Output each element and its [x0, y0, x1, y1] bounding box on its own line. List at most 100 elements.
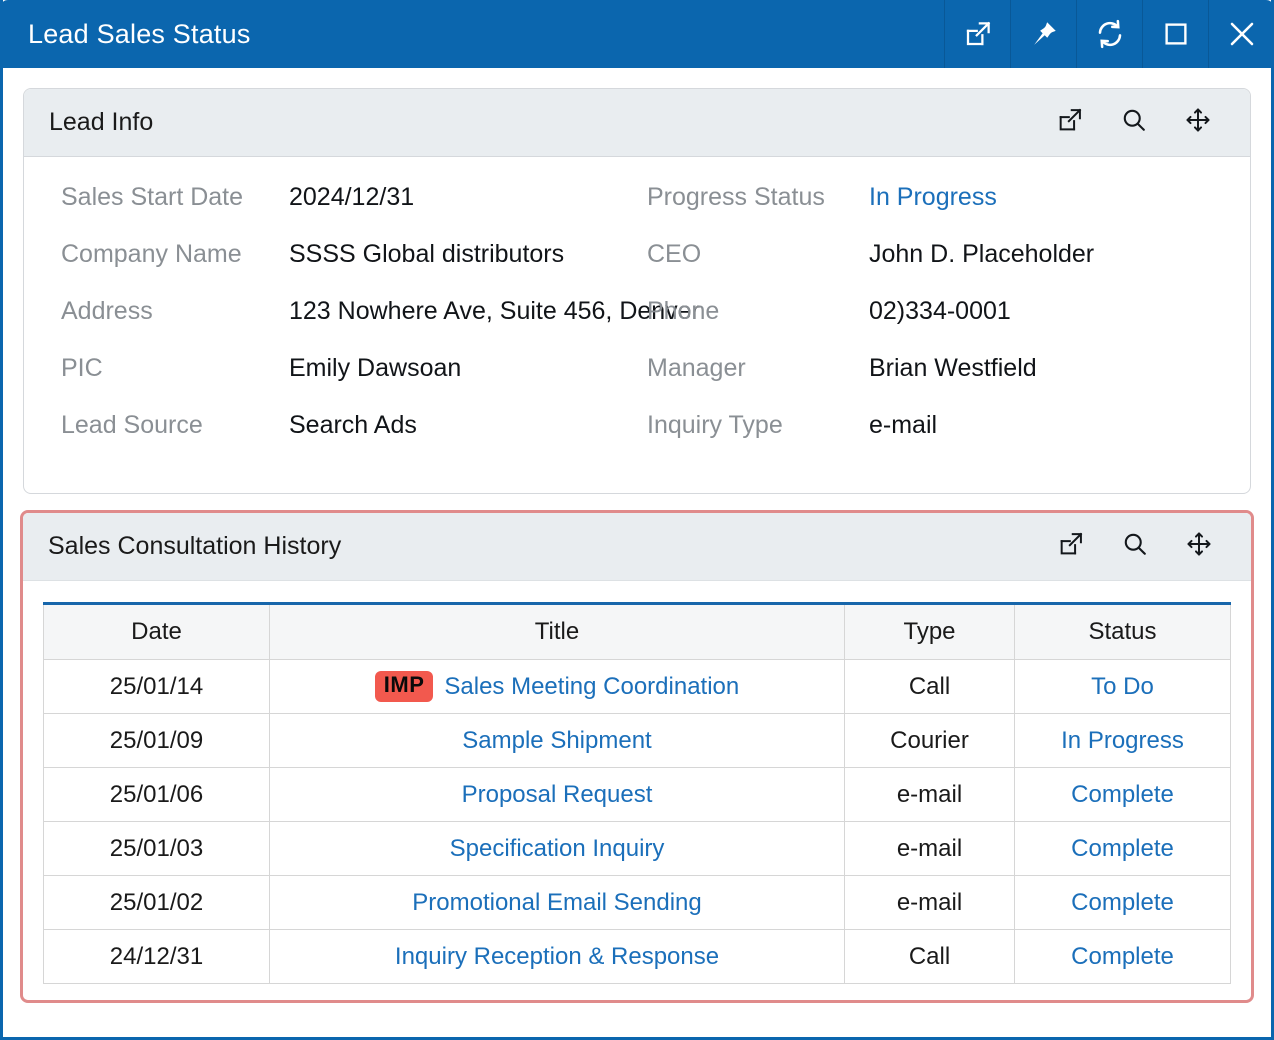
lead-info-move-button[interactable]	[1184, 109, 1212, 137]
lead-info-left-column: Sales Start Date 2024/12/31 Company Name…	[24, 183, 637, 468]
cell-status: Complete	[1015, 768, 1231, 822]
field-value: SSSS Global distributors	[289, 240, 564, 269]
title-link[interactable]: Sales Meeting Coordination	[444, 673, 739, 701]
move-icon	[1185, 530, 1213, 563]
title-link[interactable]: Specification Inquiry	[450, 835, 665, 863]
lead-field-pic: PIC Emily Dawsoan	[61, 354, 637, 411]
lead-info-panel-title: Lead Info	[49, 108, 1056, 137]
field-label: PIC	[61, 354, 289, 383]
column-header-type[interactable]: Type	[845, 604, 1015, 660]
cell-date: 25/01/02	[44, 876, 270, 930]
history-header-row: Date Title Type Status	[44, 604, 1231, 660]
status-link[interactable]: Complete	[1071, 781, 1174, 808]
window-action-group	[944, 0, 1274, 68]
status-link[interactable]: Complete	[1071, 835, 1174, 862]
cell-status: To Do	[1015, 660, 1231, 714]
field-value: Search Ads	[289, 411, 417, 440]
lead-field-inquiry-type: Inquiry Type e-mail	[647, 411, 1250, 468]
status-link[interactable]: Complete	[1071, 943, 1174, 970]
cell-date: 25/01/09	[44, 714, 270, 768]
window-open-external-button[interactable]	[944, 0, 1010, 68]
sales-consultation-history-panel: Sales Consultation History	[23, 513, 1251, 1000]
lead-info-right-column: Progress Status In Progress CEO John D. …	[637, 183, 1250, 468]
cell-type: Call	[845, 660, 1015, 714]
cell-status: In Progress	[1015, 714, 1231, 768]
lead-field-manager: Manager Brian Westfield	[647, 354, 1250, 411]
cell-type: e-mail	[845, 876, 1015, 930]
status-link[interactable]: Complete	[1071, 889, 1174, 916]
status-link[interactable]: To Do	[1091, 673, 1154, 700]
history-move-button[interactable]	[1185, 533, 1213, 561]
lead-info-body: Sales Start Date 2024/12/31 Company Name…	[24, 157, 1250, 468]
lead-field-company-name: Company Name SSSS Global distributors	[61, 240, 637, 297]
field-label: Inquiry Type	[647, 411, 869, 440]
cell-title: Sample Shipment	[270, 714, 845, 768]
lead-info-panel-header: Lead Info	[24, 89, 1250, 157]
important-badge: IMP	[375, 671, 434, 701]
field-label: Manager	[647, 354, 869, 383]
cell-type: e-mail	[845, 768, 1015, 822]
cell-date: 25/01/06	[44, 768, 270, 822]
window-refresh-button[interactable]	[1076, 0, 1142, 68]
maximize-icon	[1161, 19, 1191, 49]
field-value: John D. Placeholder	[869, 240, 1094, 269]
lead-field-sales-start-date: Sales Start Date 2024/12/31	[61, 183, 637, 240]
close-icon	[1226, 18, 1258, 50]
lead-field-lead-source: Lead Source Search Ads	[61, 411, 637, 468]
external-link-icon	[1057, 530, 1085, 563]
table-row: 25/01/09 Sample Shipment Courier In Prog…	[44, 714, 1231, 768]
window-title: Lead Sales Status	[0, 19, 944, 50]
pin-icon	[1029, 19, 1059, 49]
field-value: 02)334-0001	[869, 297, 1011, 326]
cell-date: 25/01/14	[44, 660, 270, 714]
cell-type: e-mail	[845, 822, 1015, 876]
cell-title: Proposal Request	[270, 768, 845, 822]
cell-title: Inquiry Reception & Response	[270, 930, 845, 984]
field-label: CEO	[647, 240, 869, 269]
sales-consultation-history-table: Date Title Type Status 25/01/14 IMP	[43, 602, 1231, 984]
cell-type: Courier	[845, 714, 1015, 768]
window-maximize-button[interactable]	[1142, 0, 1208, 68]
history-search-button[interactable]	[1121, 533, 1149, 561]
history-panel-actions	[1057, 533, 1251, 561]
cell-title: IMP Sales Meeting Coordination	[270, 660, 845, 714]
field-label: Lead Source	[61, 411, 289, 440]
lead-sales-status-window: Lead Sales Status	[0, 0, 1274, 1040]
history-open-external-button[interactable]	[1057, 533, 1085, 561]
lead-field-ceo: CEO John D. Placeholder	[647, 240, 1250, 297]
cell-status: Complete	[1015, 930, 1231, 984]
field-label: Company Name	[61, 240, 289, 269]
status-link[interactable]: In Progress	[1061, 727, 1184, 754]
column-header-status[interactable]: Status	[1015, 604, 1231, 660]
history-panel-title: Sales Consultation History	[48, 532, 1057, 561]
cell-date: 24/12/31	[44, 930, 270, 984]
field-label: Progress Status	[647, 183, 869, 212]
window-pin-button[interactable]	[1010, 0, 1076, 68]
title-link[interactable]: Promotional Email Sending	[412, 889, 702, 917]
field-value: 2024/12/31	[289, 183, 414, 212]
table-row: 25/01/02 Promotional Email Sending e-mai…	[44, 876, 1231, 930]
table-row: 25/01/06 Proposal Request e-mail Complet…	[44, 768, 1231, 822]
lead-info-search-button[interactable]	[1120, 109, 1148, 137]
lead-field-progress-status: Progress Status In Progress	[647, 183, 1250, 240]
history-table-head: Date Title Type Status	[44, 604, 1231, 660]
field-label: Sales Start Date	[61, 183, 289, 212]
column-header-date[interactable]: Date	[44, 604, 270, 660]
cell-status: Complete	[1015, 876, 1231, 930]
window-titlebar: Lead Sales Status	[0, 0, 1274, 68]
table-row: 25/01/14 IMP Sales Meeting Coordination …	[44, 660, 1231, 714]
column-header-title[interactable]: Title	[270, 604, 845, 660]
lead-field-phone: Phone 02)334-0001	[647, 297, 1250, 354]
title-link[interactable]: Proposal Request	[462, 781, 653, 809]
field-label: Address	[61, 297, 289, 326]
field-value: Brian Westfield	[869, 354, 1037, 383]
field-value-link[interactable]: In Progress	[869, 183, 997, 212]
title-link[interactable]: Inquiry Reception & Response	[395, 943, 719, 971]
history-table-body: 25/01/14 IMP Sales Meeting Coordination …	[44, 660, 1231, 984]
title-link[interactable]: Sample Shipment	[462, 727, 651, 755]
lead-info-panel: Lead Info	[23, 88, 1251, 494]
history-table-zone: Date Title Type Status 25/01/14 IMP	[23, 581, 1251, 984]
external-link-icon	[963, 19, 993, 49]
window-close-button[interactable]	[1208, 0, 1274, 68]
lead-info-open-external-button[interactable]	[1056, 109, 1084, 137]
